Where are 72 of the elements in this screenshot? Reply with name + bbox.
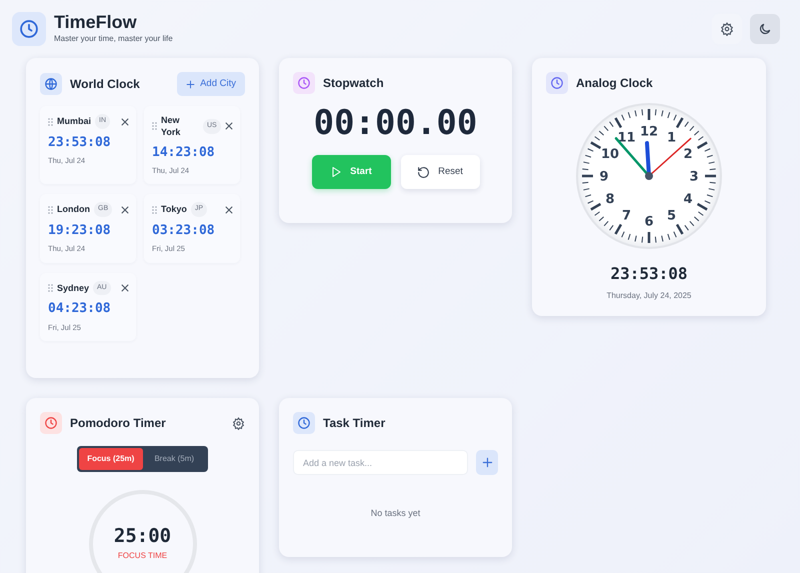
card-title: Pomodoro Timer bbox=[70, 415, 166, 432]
card-title: Task Timer bbox=[323, 415, 386, 432]
digital-time: 23:53:08 bbox=[609, 263, 689, 285]
plus-icon bbox=[186, 80, 196, 89]
city-time: 04:23:08 bbox=[48, 300, 112, 318]
drag-handle-icon[interactable] bbox=[48, 206, 53, 214]
dial-number: 4 bbox=[683, 192, 692, 207]
start-button[interactable]: Start bbox=[312, 155, 390, 189]
dial-number: 5 bbox=[666, 208, 676, 224]
drag-handle-icon[interactable] bbox=[152, 206, 157, 214]
close-button[interactable] bbox=[121, 118, 129, 126]
dial-number: 10 bbox=[600, 147, 620, 162]
timer-caption: FOCUS TIME bbox=[118, 550, 168, 562]
city-time: 19:23:08 bbox=[48, 222, 112, 240]
settings-icon bbox=[720, 22, 734, 36]
mode-tab[interactable]: Focus (25m) bbox=[79, 448, 142, 470]
drag-handle-icon[interactable] bbox=[152, 122, 157, 130]
close-icon bbox=[121, 284, 129, 292]
moon-icon bbox=[758, 22, 772, 36]
app-title: TimeFlow bbox=[54, 13, 138, 33]
reset-icon bbox=[417, 166, 430, 178]
empty-message: No tasks yet bbox=[370, 507, 422, 520]
timer-display: 25:00 bbox=[114, 526, 172, 546]
close-icon bbox=[225, 122, 233, 130]
city-time: 03:23:08 bbox=[152, 222, 216, 240]
center-pin bbox=[645, 172, 653, 180]
city-name: Tokyo bbox=[161, 203, 187, 216]
city-time: 23:53:08 bbox=[48, 134, 112, 152]
city-name: Mumbai bbox=[57, 115, 92, 128]
city-time: 14:23:08 bbox=[152, 144, 216, 162]
plus-icon bbox=[482, 457, 492, 468]
globe-icon bbox=[40, 73, 62, 96]
date-text: Thursday, July 24, 2025 bbox=[606, 290, 692, 302]
dial-number: 6 bbox=[644, 214, 654, 230]
clock-icon bbox=[40, 412, 62, 434]
close-icon bbox=[225, 206, 233, 214]
task-input-field[interactable]: Add a new task... bbox=[293, 450, 468, 475]
clock-icon bbox=[293, 72, 315, 94]
dial-number: 7 bbox=[622, 208, 632, 224]
app-tagline: Master your time, master your life bbox=[54, 32, 173, 45]
dial-number: 1 bbox=[666, 130, 676, 146]
drag-handle-icon[interactable] bbox=[48, 118, 53, 126]
close-button[interactable] bbox=[121, 206, 129, 214]
dial-number: 12 bbox=[640, 124, 658, 140]
add-city-button[interactable]: Add City bbox=[177, 72, 245, 96]
dial-number: 9 bbox=[599, 170, 609, 184]
close-button[interactable] bbox=[225, 206, 233, 214]
dark-mode-button[interactable] bbox=[750, 14, 780, 44]
close-button[interactable] bbox=[225, 122, 233, 130]
city-name: Sydney bbox=[57, 282, 90, 294]
card-title: Stopwatch bbox=[323, 75, 384, 92]
close-icon bbox=[121, 118, 129, 126]
stopwatch-display: 00:00.00 bbox=[312, 102, 478, 145]
clock-icon bbox=[293, 412, 315, 434]
dial-number: 11 bbox=[617, 130, 636, 146]
mode-tab[interactable]: Break (5m) bbox=[142, 448, 206, 470]
add-task-button[interactable] bbox=[476, 450, 498, 475]
play-icon bbox=[330, 166, 342, 178]
dial-number: 8 bbox=[606, 192, 615, 207]
settings-icon[interactable] bbox=[232, 416, 245, 430]
clock-icon bbox=[19, 19, 39, 39]
card-title: Analog Clock bbox=[576, 75, 653, 92]
drag-handle-icon[interactable] bbox=[48, 284, 53, 292]
clock-icon bbox=[546, 72, 568, 94]
city-name: New York bbox=[161, 114, 182, 139]
dial-number: 3 bbox=[689, 170, 699, 184]
city-name: London bbox=[57, 203, 90, 216]
dial-number: 2 bbox=[683, 147, 692, 162]
close-button[interactable] bbox=[121, 284, 129, 292]
close-icon bbox=[121, 206, 129, 214]
reset-button[interactable]: Reset bbox=[400, 155, 480, 189]
card-title: World Clock bbox=[70, 76, 140, 94]
